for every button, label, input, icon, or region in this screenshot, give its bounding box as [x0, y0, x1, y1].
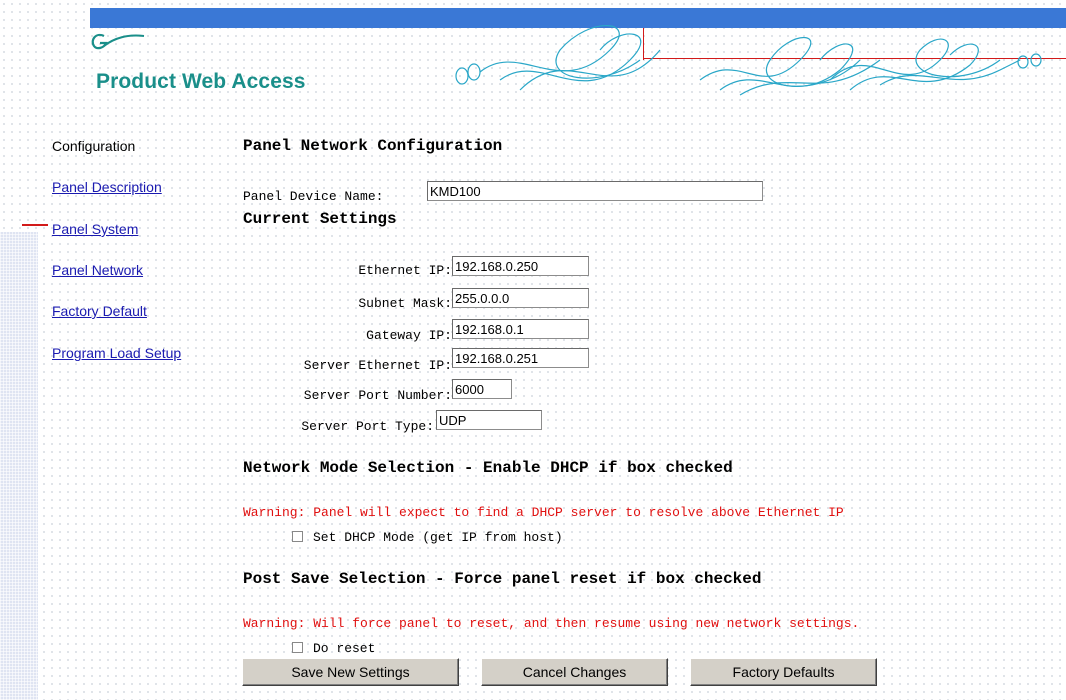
left-decorative-stripe: [0, 232, 38, 700]
server-ethernet-ip-label: Server Ethernet IP:: [303, 358, 452, 373]
server-port-type-input[interactable]: [436, 410, 542, 430]
ethernet-ip-input[interactable]: [452, 256, 589, 276]
network-mode-heading: Network Mode Selection - Enable DHCP if …: [243, 459, 733, 477]
factory-defaults-button[interactable]: Factory Defaults: [690, 658, 877, 686]
nav-current-marker: [22, 224, 48, 226]
device-name-label: Panel Device Name:: [243, 189, 384, 204]
nav-heading-configuration: Configuration: [52, 138, 136, 154]
dhcp-mode-checkbox[interactable]: [292, 531, 303, 542]
server-ethernet-ip-input[interactable]: [452, 348, 589, 368]
do-reset-checkbox[interactable]: [292, 642, 303, 653]
gateway-ip-label: Gateway IP:: [366, 328, 452, 343]
cancel-changes-button[interactable]: Cancel Changes: [481, 658, 668, 686]
gateway-ip-input[interactable]: [452, 319, 589, 339]
nav-link-panel-system[interactable]: Panel System: [52, 221, 138, 237]
grass-valley-logo-icon: [91, 33, 145, 50]
current-settings-heading: Current Settings: [243, 210, 397, 228]
dhcp-mode-checkbox-label: Set DHCP Mode (get IP from host): [313, 530, 563, 545]
server-port-number-label: Server Port Number:: [303, 388, 452, 403]
ethernet-ip-label: Ethernet IP:: [358, 263, 452, 278]
server-port-type-label: Server Port Type:: [301, 419, 434, 434]
server-port-number-input[interactable]: [452, 379, 512, 399]
post-save-heading: Post Save Selection - Force panel reset …: [243, 570, 762, 588]
nav-link-program-load-setup[interactable]: Program Load Setup: [52, 345, 181, 361]
device-name-input[interactable]: [427, 181, 763, 201]
subnet-mask-input[interactable]: [452, 288, 589, 308]
swirl-decoration-icon: [455, 25, 1042, 96]
nav-link-panel-network[interactable]: Panel Network: [52, 262, 143, 278]
nav-link-factory-default[interactable]: Factory Default: [52, 303, 147, 319]
subnet-mask-label: Subnet Mask:: [358, 296, 452, 311]
save-new-settings-button[interactable]: Save New Settings: [242, 658, 459, 686]
nav-link-panel-description[interactable]: Panel Description: [52, 179, 162, 195]
brand-title: Product Web Access: [96, 70, 306, 93]
dhcp-warning-text: Warning: Panel will expect to find a DHC…: [243, 505, 844, 520]
reset-warning-text: Warning: Will force panel to reset, and …: [243, 616, 860, 631]
do-reset-checkbox-label: Do reset: [313, 641, 376, 656]
page-title: Panel Network Configuration: [243, 137, 503, 155]
